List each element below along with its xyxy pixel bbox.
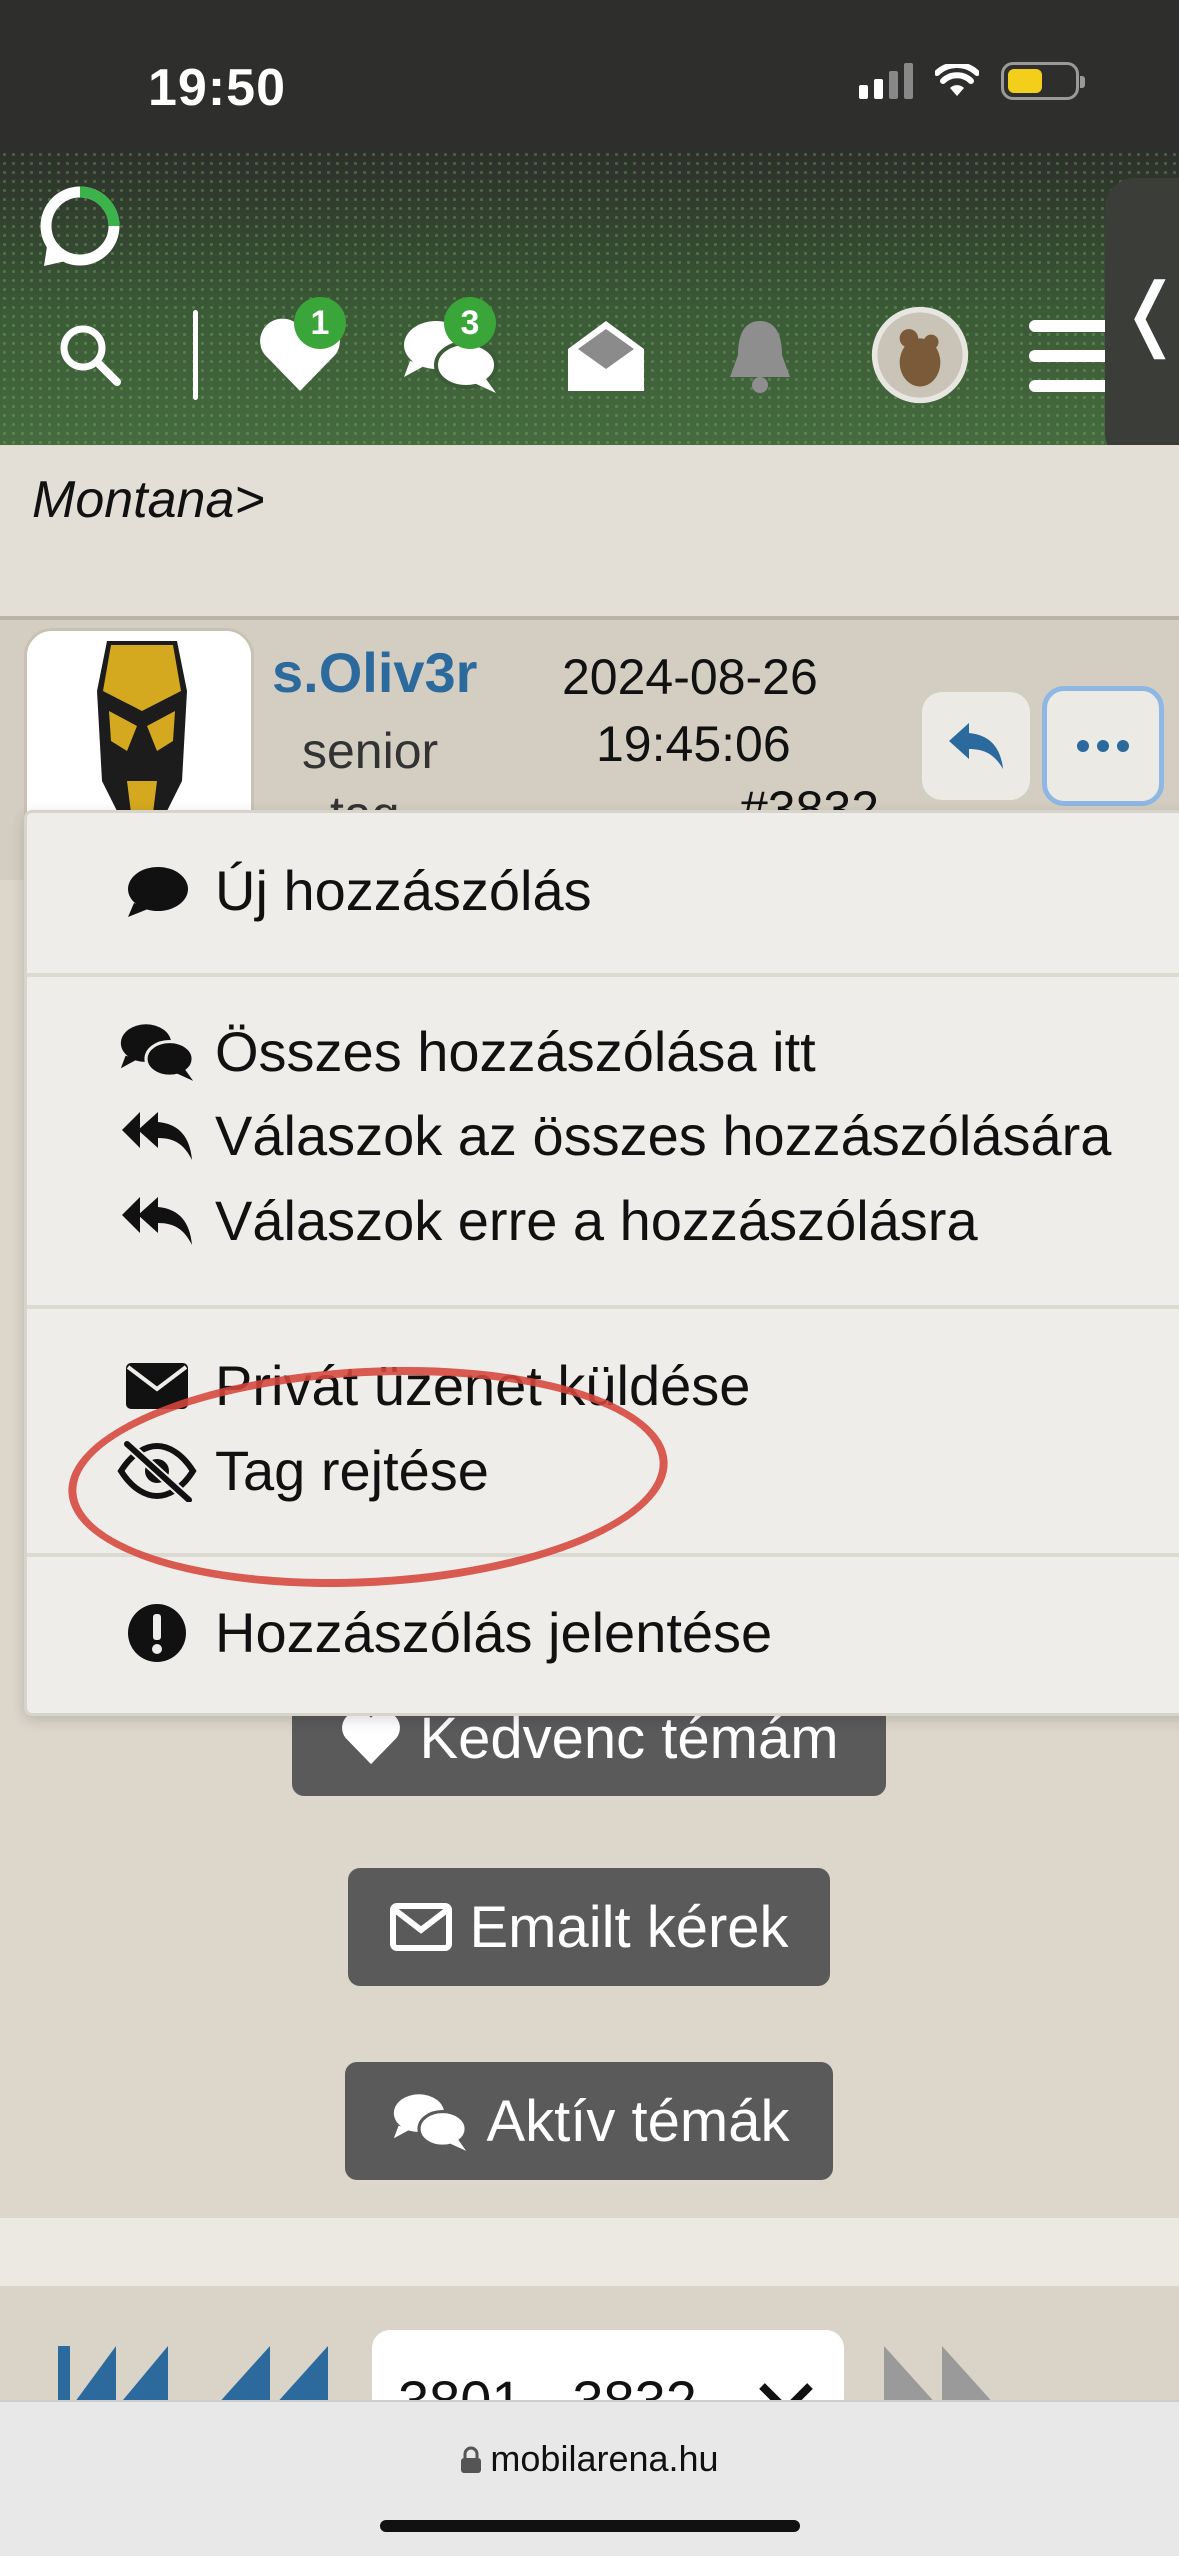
menu-item-label: Új hozzászólás (215, 859, 592, 922)
comment-icon (128, 866, 188, 917)
heart-icon (342, 1711, 401, 1765)
comments-icon (393, 2094, 468, 2151)
menu-item-report-post[interactable]: Hozzászólás jelentése (117, 1600, 772, 1665)
reply-all-icon (122, 1196, 192, 1245)
status-time: 19:50 (148, 59, 286, 117)
notifications-button[interactable] (710, 305, 810, 405)
wifi-icon (935, 64, 979, 96)
ellipsis-icon (1077, 740, 1129, 752)
menu-item-label: Összes hozzászólása itt (215, 1019, 816, 1083)
previous-page-icon[interactable] (216, 2346, 330, 2406)
favorites-badge: 1 (294, 297, 346, 349)
envelope-icon (390, 1903, 453, 1951)
favorites-button[interactable]: 1 (250, 297, 350, 405)
battery-icon (1001, 62, 1085, 100)
post-time: 19:45:06 (596, 716, 791, 772)
email-request-button[interactable]: Emailt kérek (348, 1868, 830, 1986)
email-request-label: Emailt kérek (469, 1894, 789, 1960)
bell-icon (730, 321, 790, 393)
hamburger-icon (1029, 320, 1115, 392)
post-options-menu: Új hozzászólás Összes hozzászólása itt V… (24, 810, 1179, 1716)
avatar (871, 306, 969, 404)
reply-all-icon (122, 1111, 192, 1160)
poster-rank: senior (302, 723, 439, 779)
reply-icon (949, 723, 1003, 769)
post-date: 2024-08-26 (562, 649, 818, 705)
comments-icon (120, 1024, 195, 1081)
lock-icon (461, 2446, 482, 2473)
nav-divider (193, 310, 198, 400)
more-options-button[interactable] (1042, 686, 1164, 806)
url-text: mobilarena.hu (490, 2438, 719, 2479)
poster-username[interactable]: s.Oliv3r (272, 640, 477, 705)
breadcrumb[interactable]: Montana> (32, 470, 265, 530)
exclamation-circle-icon (128, 1603, 186, 1662)
menu-item-label: Hozzászólás jelentése (215, 1601, 773, 1664)
inbox-button[interactable] (556, 305, 656, 405)
next-page-icon[interactable] (884, 2346, 998, 2406)
active-topics-button[interactable]: Aktív témák (345, 2062, 833, 2180)
menu-item-replies-to-all[interactable]: Válaszok az összes hozzászólására (117, 1103, 1111, 1168)
side-drawer-tab[interactable]: ❬ (1105, 178, 1179, 463)
menu-separator (27, 973, 1179, 977)
menu-item-replies-to-this[interactable]: Válaszok erre a hozzászólásra (117, 1188, 978, 1253)
cellular-signal-icon (859, 63, 913, 99)
menu-separator (27, 1305, 1179, 1309)
footer-band (0, 2218, 1179, 2286)
status-icons (859, 62, 1085, 100)
menu-item-label: Válaszok az összes hozzászólására (215, 1104, 1112, 1167)
messages-badge: 3 (444, 297, 496, 349)
search-icon (60, 325, 121, 386)
menu-item-all-posts-here[interactable]: Összes hozzászólása itt (117, 1018, 816, 1084)
site-logo-icon[interactable] (34, 180, 126, 272)
menu-item-new-post[interactable]: Új hozzászólás (117, 858, 592, 923)
envelope-open-icon (568, 321, 644, 391)
menu-item-label: Válaszok erre a hozzászólásra (215, 1189, 978, 1252)
search-button[interactable] (40, 305, 140, 405)
first-page-icon[interactable] (58, 2346, 172, 2406)
active-topics-label: Aktív témák (486, 2088, 790, 2154)
chevron-left-icon: ❬ (1117, 268, 1179, 357)
messages-button[interactable]: 3 (400, 297, 500, 405)
browser-url[interactable]: mobilarena.hu (0, 2438, 1179, 2480)
reply-button[interactable] (922, 692, 1030, 800)
home-indicator (380, 2520, 800, 2532)
user-avatar-button[interactable] (870, 305, 970, 405)
top-nav: 1 3 (0, 285, 1179, 425)
